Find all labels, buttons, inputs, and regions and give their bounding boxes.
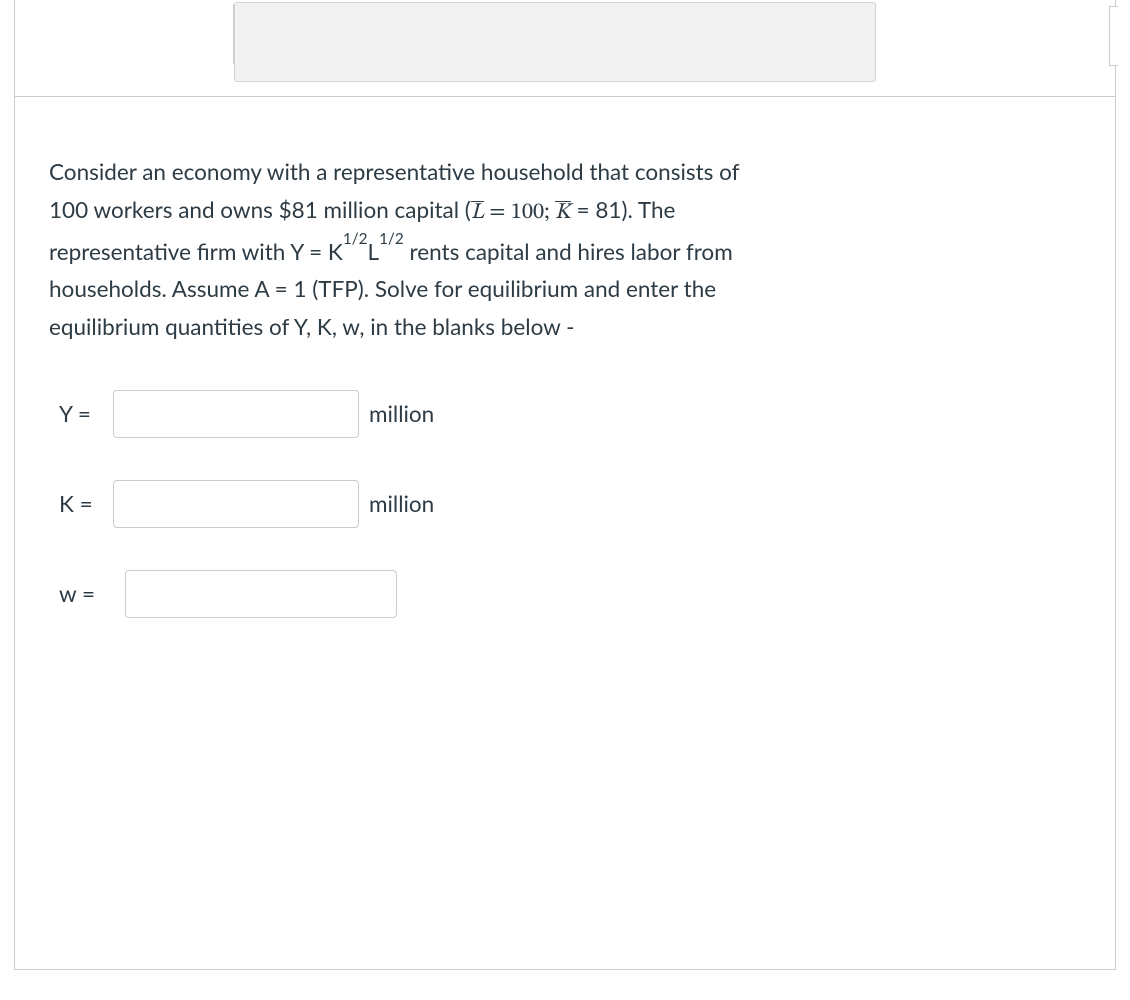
question-prompt: Consider an economy with a representativ… (49, 153, 1081, 346)
unit-k: million (369, 490, 434, 517)
label-k: K = (59, 490, 105, 517)
prompt-text: Consider an economy with a representativ… (49, 158, 740, 185)
question-card: Consider an economy with a representativ… (14, 0, 1116, 970)
prompt-text: equilibrium quantities of Y, K, w, in th… (49, 313, 575, 340)
var-K-bar: K (555, 202, 571, 224)
prompt-text: rents capital and hires labor from (404, 238, 733, 265)
prompt-text: = 81). The (571, 196, 676, 223)
blank-row-k: K = million (59, 480, 1081, 528)
header-left-cell (15, 4, 234, 64)
unit-y: million (369, 400, 434, 427)
prompt-text: 100 workers and owns $81 million capital… (49, 196, 471, 223)
prompt-text: households. Assume A = 1 (TFP). Solve fo… (49, 275, 716, 302)
exponent: 1/2 (379, 230, 404, 248)
prompt-text: representative firm with Y = K (49, 238, 343, 265)
question-header (15, 4, 1115, 97)
header-right-notch (1109, 6, 1118, 66)
label-w: w = (59, 580, 105, 607)
blank-row-y: Y = million (59, 390, 1081, 438)
question-body: Consider an economy with a representativ… (15, 97, 1115, 680)
header-disabled-field (234, 2, 876, 82)
prompt-text: L (368, 238, 380, 265)
exponent: 1/2 (343, 230, 368, 248)
input-k[interactable] (113, 480, 359, 528)
input-w[interactable] (125, 570, 397, 618)
blank-row-w: w = (59, 570, 1081, 618)
prompt-text: = 100; (484, 202, 555, 224)
label-y: Y = (59, 400, 105, 427)
input-y[interactable] (113, 390, 359, 438)
var-L-bar: L (471, 202, 484, 224)
answer-blanks: Y = million K = million w = (49, 390, 1081, 618)
